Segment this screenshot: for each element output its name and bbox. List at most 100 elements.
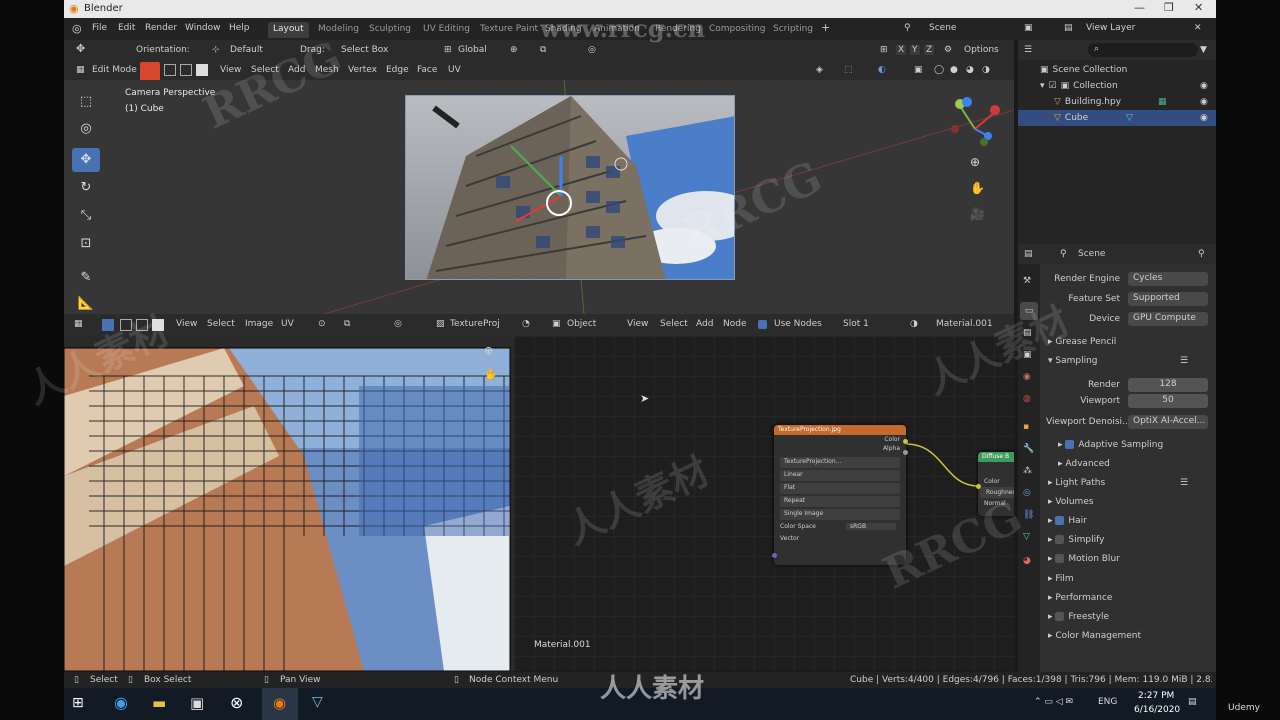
minimize-icon[interactable]: — — [1134, 1, 1145, 14]
node-menu-add[interactable]: Add — [696, 319, 713, 329]
uv-pivot-icon[interactable]: ⊙ — [318, 319, 326, 329]
object-tab-icon[interactable]: ▪ — [1023, 422, 1029, 432]
xray-toggle-icon[interactable]: ▣ — [914, 65, 923, 75]
panel-performance[interactable]: ▸ Performance — [1040, 593, 1216, 611]
wrench-icon[interactable]: ⚙ — [944, 45, 952, 55]
freestyle-checkbox[interactable] — [1055, 612, 1065, 621]
clock-date[interactable]: 6/16/2020 — [1134, 705, 1180, 715]
solid-shading-icon[interactable]: ● — [950, 65, 958, 75]
uv-menu-image[interactable]: Image — [245, 319, 273, 329]
panel-motion-blur[interactable]: ▸ Motion Blur — [1040, 554, 1216, 572]
feature-set-dropdown[interactable]: Supported — [1128, 292, 1208, 306]
move-tool-button-icon[interactable]: ✥ — [72, 148, 100, 172]
shader-type-dropdown[interactable]: Object — [567, 319, 596, 329]
tab-scripting[interactable]: Scripting — [768, 22, 818, 38]
tab-compositing[interactable]: Compositing — [704, 22, 770, 38]
node-menu-select[interactable]: Select — [660, 319, 688, 329]
select-box-tool-icon[interactable]: ⬚ — [72, 90, 100, 114]
image-texture-node[interactable]: TextureProjection.jpg Color Alpha Textur… — [772, 425, 908, 565]
scene-tab-icon[interactable]: ◉ — [1023, 372, 1031, 382]
color-output-socket[interactable] — [903, 439, 908, 444]
wireframe-shading-icon[interactable]: ◯ — [934, 65, 944, 75]
edge-select-icon[interactable] — [164, 64, 176, 76]
image-node-source[interactable]: Single Image — [780, 509, 900, 520]
scene-name[interactable]: Scene — [929, 23, 956, 33]
move-tool-icon[interactable]: ✥ — [76, 42, 85, 55]
tab-texture-paint[interactable]: Texture Paint — [475, 22, 543, 38]
pin-icon[interactable]: ⚲ — [1198, 249, 1205, 259]
render-engine-dropdown[interactable]: Cycles — [1128, 272, 1208, 286]
image-name[interactable]: TextureProj — [450, 319, 510, 329]
vp-menu-select[interactable]: Select — [251, 65, 279, 75]
annotate-tool-icon[interactable]: ✎ — [72, 266, 100, 290]
vp-menu-edge[interactable]: Edge — [386, 65, 409, 75]
tab-layout[interactable]: Layout — [268, 22, 309, 38]
close-icon[interactable]: ✕ — [1194, 1, 1203, 14]
xbox-icon[interactable]: ⊗ — [230, 693, 243, 712]
data-tab-icon[interactable]: ▽ — [1023, 532, 1030, 542]
menu-edit[interactable]: Edit — [118, 23, 135, 33]
navigation-gizmo[interactable]: ⊕ ✋ 🎥 — [940, 94, 1010, 224]
tab-uv-editing[interactable]: UV Editing — [418, 22, 475, 38]
material-tab-icon[interactable]: ◕ — [1023, 556, 1031, 566]
tab-animation[interactable]: Animation — [589, 22, 645, 38]
rendered-shading-icon[interactable]: ◑ — [982, 65, 990, 75]
vp-menu-view[interactable]: View — [220, 65, 241, 75]
particles-tab-icon[interactable]: ⁂ — [1023, 466, 1032, 476]
menu-render[interactable]: Render — [145, 23, 177, 33]
vp-menu-mesh[interactable]: Mesh — [315, 65, 339, 75]
panel-grease-pencil[interactable]: ▸ Grease Pencil — [1040, 337, 1216, 355]
view-layer-name[interactable]: View Layer — [1086, 23, 1135, 33]
eye-icon[interactable]: ◉ — [1200, 81, 1208, 91]
menu-file[interactable]: File — [92, 23, 107, 33]
pivot-icon[interactable]: ⊹ — [212, 45, 220, 55]
notification-icon[interactable]: ▤ — [1188, 697, 1197, 707]
axis-z-toggle[interactable]: Z — [924, 45, 935, 55]
gizmo-toggle-icon[interactable]: ⬚ — [844, 65, 853, 75]
view-object-types-icon[interactable]: ◈ — [816, 65, 823, 75]
material-name[interactable]: Material.001 — [936, 319, 993, 329]
node-editor-type-icon[interactable]: ◔ — [522, 319, 530, 329]
properties-type-icon[interactable]: ▤ — [1024, 249, 1033, 259]
image-node-image-field[interactable]: TextureProjection... — [780, 457, 900, 468]
panel-simplify[interactable]: ▸ Simplify — [1040, 535, 1216, 553]
axis-y-toggle[interactable]: Y — [910, 45, 920, 55]
image-node-projection[interactable]: Flat — [780, 483, 900, 494]
simplify-checkbox[interactable] — [1055, 535, 1065, 544]
vp-menu-vertex[interactable]: Vertex — [348, 65, 377, 75]
overlay-toggle-icon[interactable]: ◐ — [878, 65, 886, 75]
cursor-tool-icon[interactable]: ◎ — [72, 117, 100, 141]
tab-modeling[interactable]: Modeling — [313, 22, 364, 38]
filter-icon[interactable]: ▼ — [1200, 45, 1207, 55]
mirror-icon[interactable]: ⊞ — [880, 45, 888, 55]
adaptive-sampling-checkbox[interactable] — [1065, 440, 1075, 449]
material-shading-icon[interactable]: ◕ — [966, 65, 974, 75]
tab-shading[interactable]: Shading — [540, 22, 587, 38]
vp-menu-add[interactable]: Add — [288, 65, 305, 75]
panel-freestyle[interactable]: ▸ Freestyle — [1040, 612, 1216, 630]
scene-icon[interactable]: ⚲ — [904, 23, 911, 33]
presets-icon[interactable]: ☰ — [1180, 356, 1188, 366]
outliner-row-building[interactable]: ▽ Building.hpy ▦ ◉ — [1018, 94, 1216, 110]
constraints-tab-icon[interactable]: ⛓ — [1023, 510, 1034, 520]
bsdf-input-roughness[interactable]: Roughness — [980, 487, 1014, 498]
outliner-search-input[interactable]: ⌕ — [1088, 43, 1198, 57]
outliner-row-scene-collection[interactable]: ▣ Scene Collection — [1018, 62, 1216, 78]
axis-x-toggle[interactable]: X — [896, 45, 907, 55]
proportional-icon[interactable]: ◎ — [588, 45, 596, 55]
viewport-samples-field[interactable]: 50 — [1128, 394, 1208, 408]
adaptive-sampling-row[interactable]: ▸ Adaptive Sampling — [1040, 440, 1216, 458]
vertex-select-icon[interactable] — [140, 62, 160, 82]
uv-editor-type-icon[interactable]: ▦ — [74, 319, 83, 329]
vp-menu-face[interactable]: Face — [417, 65, 437, 75]
hair-checkbox[interactable] — [1055, 516, 1065, 525]
image-node-interpolation[interactable]: Linear — [780, 470, 900, 481]
tool-tab-icon[interactable]: ⚒ — [1023, 276, 1031, 286]
add-workspace-icon[interactable]: + — [821, 21, 830, 34]
motion-blur-checkbox[interactable] — [1055, 554, 1065, 563]
maximize-icon[interactable]: ❐ — [1164, 1, 1174, 14]
slot-dropdown[interactable]: Slot 1 — [843, 319, 869, 329]
pivot-point-icon[interactable]: ⊕ — [510, 45, 518, 55]
clock-time[interactable]: 2:27 PM — [1138, 691, 1174, 701]
uv-proportional-icon[interactable]: ◎ — [394, 319, 402, 329]
